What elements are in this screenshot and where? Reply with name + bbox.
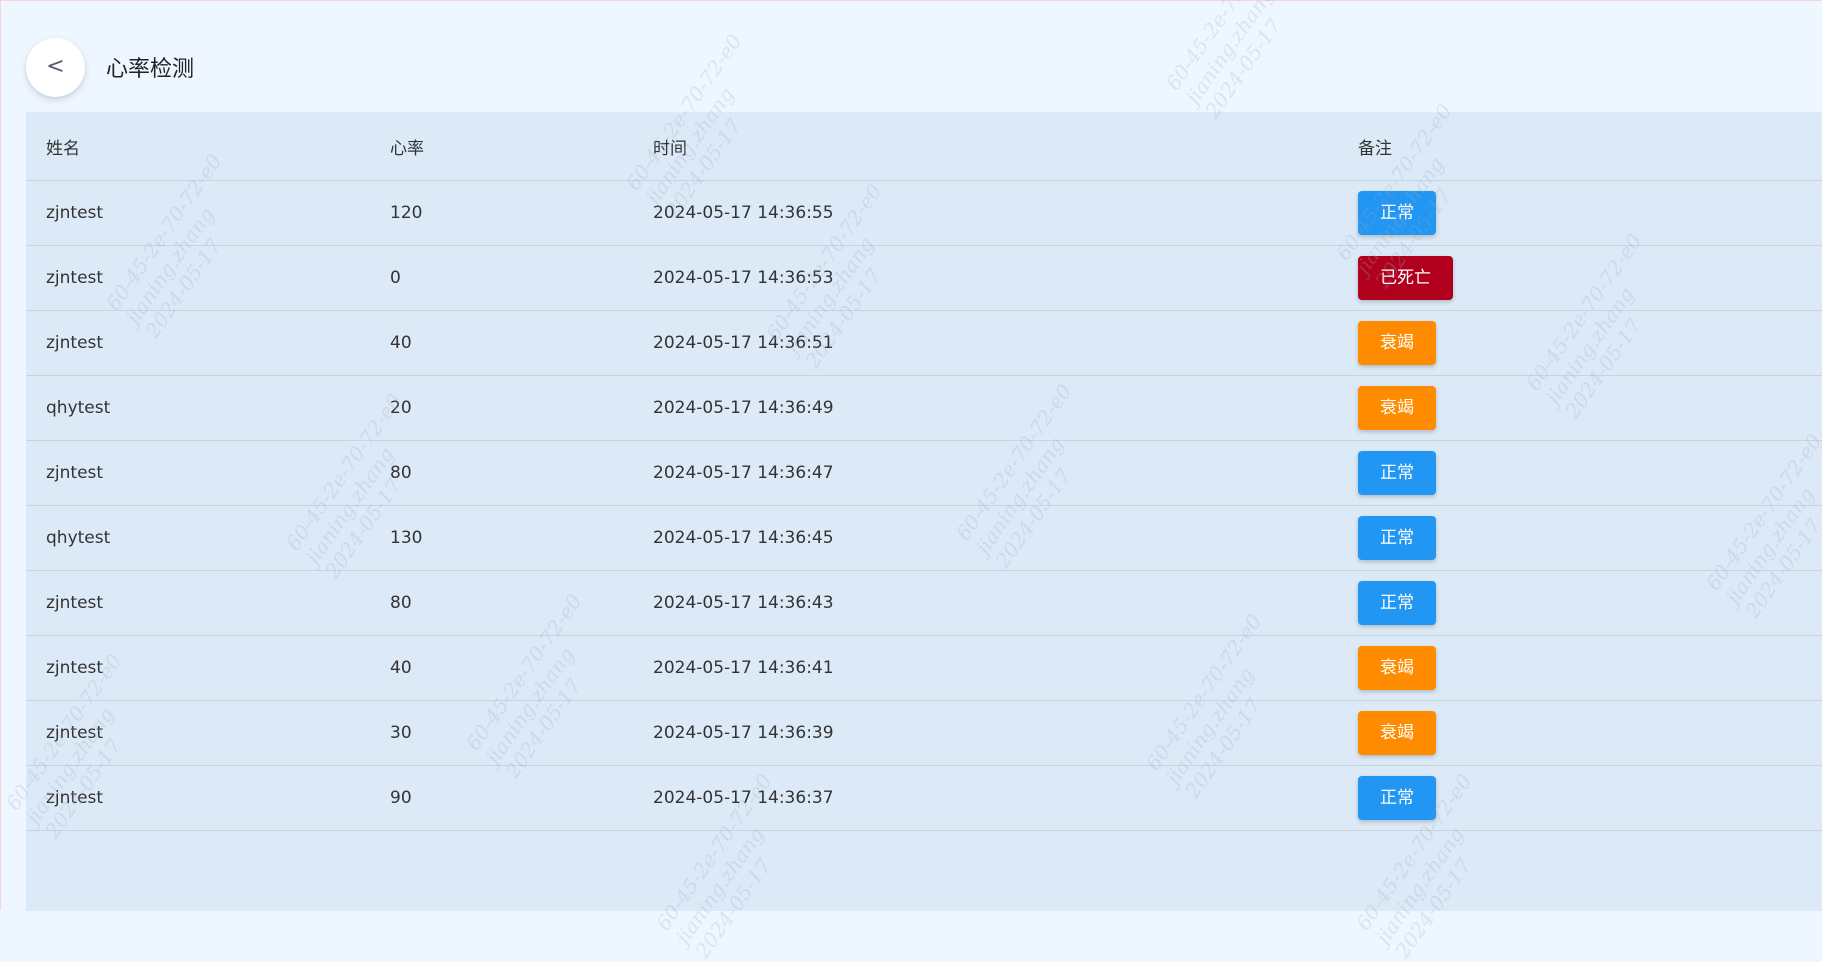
status-badge[interactable]: 衰竭 <box>1358 386 1436 430</box>
cell-name: zjntest <box>26 440 390 506</box>
back-icon: < <box>46 54 65 79</box>
column-header-note: 备注 <box>1358 112 1822 181</box>
cell-name: zjntest <box>26 635 390 701</box>
column-header-name: 姓名 <box>26 112 390 181</box>
back-button[interactable]: < <box>26 37 85 97</box>
cell-heart-rate: 40 <box>390 310 653 376</box>
table-row: zjntest 120 2024-05-17 14:36:55 正常 <box>26 180 1822 246</box>
table-row: qhytest 130 2024-05-17 14:36:45 正常 <box>26 505 1822 571</box>
cell-time: 2024-05-17 14:36:43 <box>653 570 1358 636</box>
cell-time: 2024-05-17 14:36:55 <box>653 180 1358 246</box>
table-row: zjntest 40 2024-05-17 14:36:41 衰竭 <box>26 635 1822 701</box>
table-row: zjntest 40 2024-05-17 14:36:51 衰竭 <box>26 310 1822 376</box>
cell-name: zjntest <box>26 765 390 831</box>
watermark: 60-45-2e-70-72-e0 jianing.zhang 2024-05-… <box>1161 0 1287 123</box>
status-badge[interactable]: 衰竭 <box>1358 321 1436 365</box>
cell-time: 2024-05-17 14:36:47 <box>653 440 1358 506</box>
cell-note: 已死亡 <box>1358 245 1822 311</box>
status-badge[interactable]: 正常 <box>1358 191 1436 235</box>
cell-note: 正常 <box>1358 505 1822 571</box>
table-row: zjntest 80 2024-05-17 14:36:47 正常 <box>26 440 1822 506</box>
table-row: zjntest 90 2024-05-17 14:36:37 正常 <box>26 765 1822 831</box>
cell-time: 2024-05-17 14:36:41 <box>653 635 1358 701</box>
table-header-row: 姓名 心率 时间 备注 <box>26 112 1822 181</box>
cell-note: 衰竭 <box>1358 635 1822 701</box>
cell-heart-rate: 120 <box>390 180 653 246</box>
cell-name: zjntest <box>26 310 390 376</box>
cell-name: qhytest <box>26 375 390 441</box>
page-title: 心率检测 <box>106 57 195 82</box>
cell-note: 正常 <box>1358 440 1822 506</box>
cell-heart-rate: 80 <box>390 440 653 506</box>
cell-name: zjntest <box>26 570 390 636</box>
cell-note: 正常 <box>1358 765 1822 831</box>
cell-heart-rate: 40 <box>390 635 653 701</box>
cell-time: 2024-05-17 14:36:45 <box>653 505 1358 571</box>
cell-heart-rate: 90 <box>390 765 653 831</box>
cell-heart-rate: 80 <box>390 570 653 636</box>
cell-time: 2024-05-17 14:36:39 <box>653 700 1358 766</box>
status-badge[interactable]: 正常 <box>1358 451 1436 495</box>
status-badge[interactable]: 正常 <box>1358 581 1436 625</box>
heart-rate-table: 姓名 心率 时间 备注 zjntest 120 2024-05-17 14:36:5… <box>26 112 1822 831</box>
cell-name: zjntest <box>26 245 390 311</box>
cell-time: 2024-05-17 14:36:49 <box>653 375 1358 441</box>
cell-time: 2024-05-17 14:36:37 <box>653 765 1358 831</box>
status-badge[interactable]: 正常 <box>1358 516 1436 560</box>
heart-rate-table-container: 姓名 心率 时间 备注 zjntest 120 2024-05-17 14:36:5… <box>26 112 1822 911</box>
status-badge[interactable]: 衰竭 <box>1358 711 1436 755</box>
cell-note: 衰竭 <box>1358 700 1822 766</box>
status-badge[interactable]: 衰竭 <box>1358 646 1436 690</box>
cell-time: 2024-05-17 14:36:53 <box>653 245 1358 311</box>
cell-name: zjntest <box>26 700 390 766</box>
cell-note: 衰竭 <box>1358 375 1822 441</box>
cell-note: 衰竭 <box>1358 310 1822 376</box>
cell-name: qhytest <box>26 505 390 571</box>
cell-time: 2024-05-17 14:36:51 <box>653 310 1358 376</box>
table-row: zjntest 80 2024-05-17 14:36:43 正常 <box>26 570 1822 636</box>
cell-note: 正常 <box>1358 180 1822 246</box>
table-body: zjntest 120 2024-05-17 14:36:55 正常 zjntest 0 2… <box>26 180 1822 831</box>
status-badge[interactable]: 正常 <box>1358 776 1436 820</box>
cell-heart-rate: 30 <box>390 700 653 766</box>
table-row: zjntest 30 2024-05-17 14:36:39 衰竭 <box>26 700 1822 766</box>
table-row: zjntest 0 2024-05-17 14:36:53 已死亡 <box>26 245 1822 311</box>
page: < 心率检测 姓名 心率 时间 备注 zjntest 120 2024-05-17 … <box>0 0 1822 962</box>
column-header-time: 时间 <box>653 112 1358 181</box>
cell-heart-rate: 0 <box>390 245 653 311</box>
cell-heart-rate: 20 <box>390 375 653 441</box>
cell-note: 正常 <box>1358 570 1822 636</box>
cell-heart-rate: 130 <box>390 505 653 571</box>
column-header-heart-rate: 心率 <box>390 112 653 181</box>
status-badge[interactable]: 已死亡 <box>1358 256 1453 300</box>
table-row: qhytest 20 2024-05-17 14:36:49 衰竭 <box>26 375 1822 441</box>
cell-name: zjntest <box>26 180 390 246</box>
page-header: < 心率检测 <box>26 37 194 97</box>
